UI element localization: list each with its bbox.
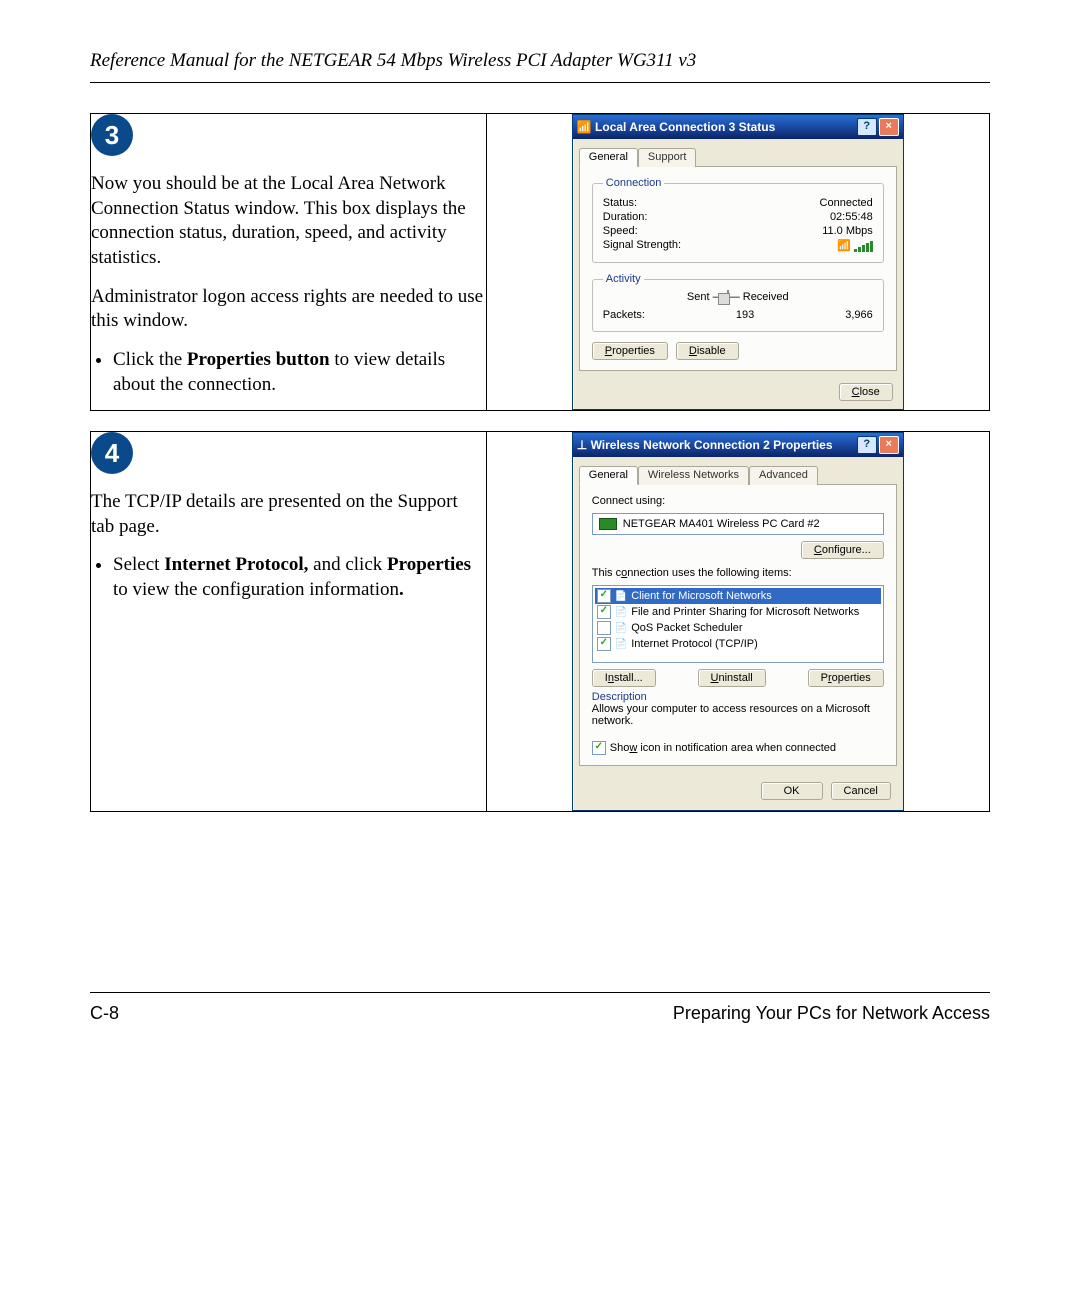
signal-strength: 📶 (837, 239, 873, 252)
tab-wireless-networks[interactable]: Wireless Networks (638, 466, 749, 485)
close-icon[interactable]: × (879, 436, 899, 454)
items-label: This connection uses the following items… (592, 567, 884, 579)
step-4-table: 4 The TCP/IP details are presented on th… (90, 431, 990, 812)
tray-icon-checkbox[interactable]: ✓ Show icon in notification area when co… (592, 741, 884, 755)
install-button[interactable]: Install... (592, 669, 656, 687)
page-footer: C-8 Preparing Your PCs for Network Acces… (90, 992, 990, 1024)
page-header: Reference Manual for the NETGEAR 54 Mbps… (90, 50, 990, 83)
cancel-button[interactable]: Cancel (831, 782, 891, 800)
list-item[interactable]: ✓📄Internet Protocol (TCP/IP) (595, 636, 881, 652)
speed-value: 11.0 Mbps (822, 225, 873, 237)
packets-received: 3,966 (845, 309, 873, 321)
device-field: NETGEAR MA401 Wireless PC Card #2 (592, 513, 884, 535)
properties-dialog: ⊥ Wireless Network Connection 2 Properti… (572, 432, 904, 811)
status-dialog-title: 📶 Local Area Connection 3 Status (577, 120, 776, 134)
network-card-icon (599, 518, 617, 530)
description-label: Description (592, 691, 884, 703)
properties-dialog-title: ⊥ Wireless Network Connection 2 Properti… (577, 438, 833, 452)
packets-sent: 193 (645, 309, 845, 321)
tab-support[interactable]: Support (638, 148, 697, 167)
uninstall-button[interactable]: Uninstall (698, 669, 766, 687)
item-properties-button[interactable]: Properties (808, 669, 884, 687)
configure-button[interactable]: Configure... (801, 541, 884, 559)
page-number: C-8 (90, 1003, 119, 1024)
connect-using-label: Connect using: (592, 495, 884, 507)
step-4-badge: 4 (91, 432, 133, 474)
section-title: Preparing Your PCs for Network Access (673, 1003, 990, 1024)
tab-advanced[interactable]: Advanced (749, 466, 818, 485)
description-text: Allows your computer to access resources… (592, 703, 884, 727)
properties-button[interactable]: Properties (592, 342, 668, 360)
ok-button[interactable]: OK (761, 782, 823, 800)
step-4-bullet: Select Internet Protocol, and click Prop… (113, 553, 486, 602)
step-3-badge: 3 (91, 114, 133, 156)
activity-group: Activity Sent — — Received Packets: 193 … (592, 273, 884, 332)
status-value: Connected (820, 197, 873, 209)
list-item[interactable]: 📄QoS Packet Scheduler (595, 620, 881, 636)
step-4-p1: The TCP/IP details are presented on the … (91, 490, 486, 539)
step-3-table: 3 Now you should be at the Local Area Ne… (90, 113, 990, 411)
items-list[interactable]: ✓📄Client for Microsoft Networks✓📄File an… (592, 585, 884, 663)
close-icon[interactable]: × (879, 118, 899, 136)
list-item[interactable]: ✓📄File and Printer Sharing for Microsoft… (595, 604, 881, 620)
help-icon[interactable]: ? (857, 436, 877, 454)
disable-button[interactable]: Disable (676, 342, 739, 360)
help-icon[interactable]: ? (857, 118, 877, 136)
tab-general[interactable]: General (579, 148, 638, 167)
step-3-bullet: Click the Properties button to view deta… (113, 348, 486, 397)
step-3-p2: Administrator logon access rights are ne… (91, 285, 486, 334)
activity-icon (727, 290, 729, 304)
tab-general-2[interactable]: General (579, 466, 638, 485)
status-dialog: 📶 Local Area Connection 3 Status ? × Gen… (572, 114, 904, 410)
list-item[interactable]: ✓📄Client for Microsoft Networks (595, 588, 881, 604)
step-3-p1: Now you should be at the Local Area Netw… (91, 172, 486, 271)
connection-group: Connection Status:Connected Duration:02:… (592, 177, 884, 263)
duration-value: 02:55:48 (830, 211, 873, 223)
close-button[interactable]: Close (839, 383, 893, 401)
